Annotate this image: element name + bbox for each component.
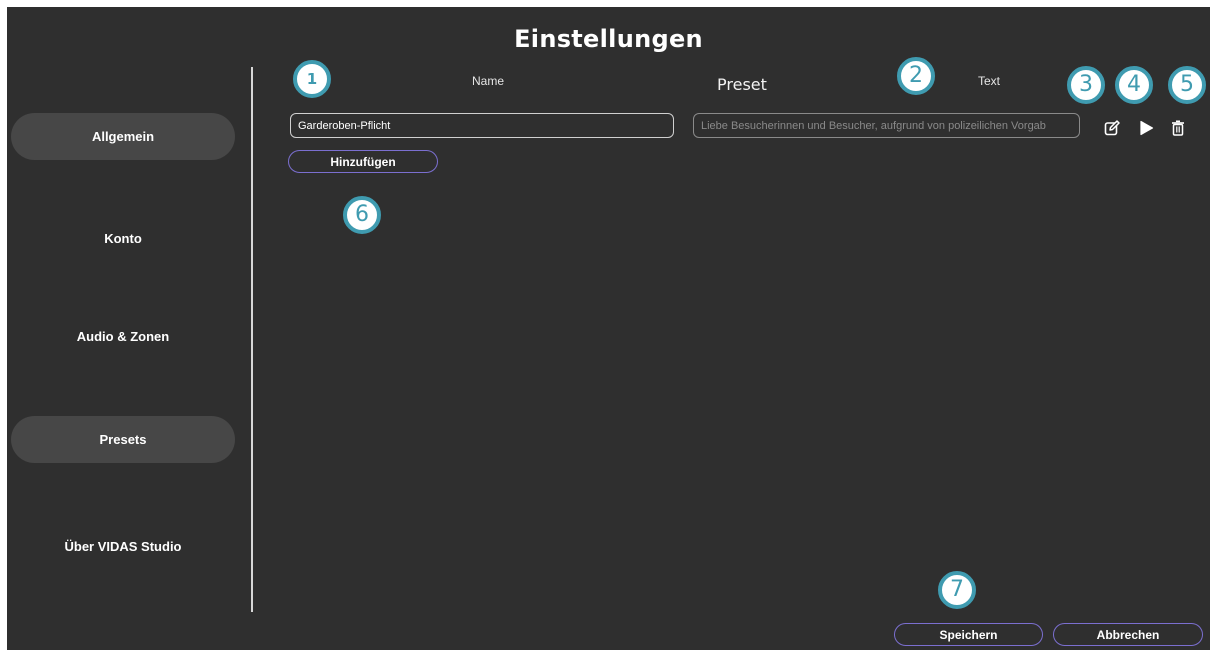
sidebar-item-label: Audio & Zonen [76,329,170,344]
sidebar-item-allgemein[interactable]: Allgemein [11,113,235,160]
annotation-marker-3: 3 [1067,66,1105,104]
play-icon[interactable] [1137,119,1155,137]
annotation-marker-5: 5 [1168,66,1206,104]
settings-window: Einstellungen Allgemein Konto Audio & Zo… [7,7,1210,650]
sidebar-item-label: Über VIDAS Studio [64,539,182,554]
annotation-marker-6: 6 [343,196,381,234]
preset-name-input[interactable]: Garderoben-Pflicht [290,113,674,138]
annotation-marker-7: 7 [938,571,976,609]
annotation-marker-4: 4 [1115,66,1153,104]
annotation-marker-2: 2 [897,57,935,95]
preset-heading: Preset [717,75,767,94]
column-header-name: Name [472,74,505,88]
sidebar-item-label: Konto [104,231,142,246]
sidebar-item-label: Presets [99,432,147,447]
sidebar-item-label: Allgemein [91,129,155,144]
sidebar-divider [251,67,253,612]
add-preset-button[interactable]: Hinzufügen [288,150,438,173]
sidebar-item-ueber-vidas-studio[interactable]: Über VIDAS Studio [11,523,235,570]
sidebar-item-audio-zonen[interactable]: Audio & Zonen [11,313,235,360]
save-button[interactable]: Speichern [894,623,1043,646]
column-header-text: Text [978,74,1001,88]
sidebar-item-presets[interactable]: Presets [11,416,235,463]
sidebar-item-konto[interactable]: Konto [11,215,235,262]
window-title: Einstellungen [514,25,703,53]
cancel-button[interactable]: Abbrechen [1053,623,1203,646]
annotation-marker-1: 1 [293,60,331,98]
edit-icon[interactable] [1103,119,1121,137]
trash-icon[interactable] [1169,119,1187,137]
preset-text-input[interactable]: Liebe Besucherinnen und Besucher, aufgru… [693,113,1080,138]
